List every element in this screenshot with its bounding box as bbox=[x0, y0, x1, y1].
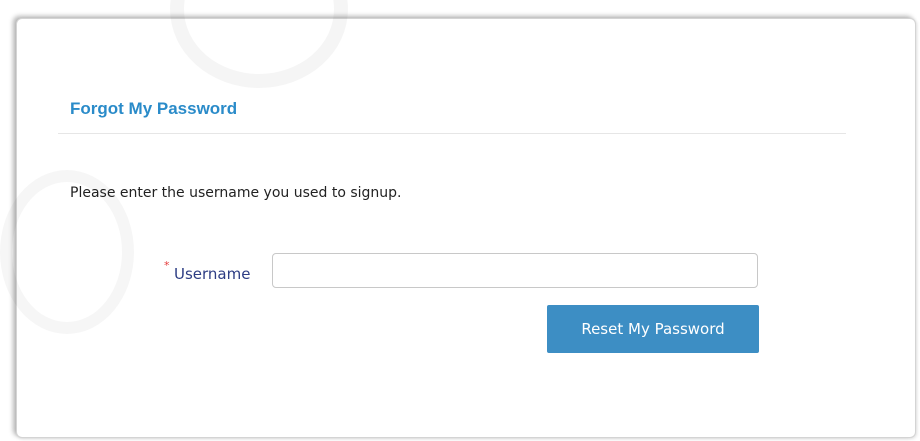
username-label: Username bbox=[174, 265, 251, 283]
required-indicator: * bbox=[164, 259, 170, 272]
title-divider bbox=[58, 133, 846, 134]
forgot-password-panel bbox=[16, 18, 916, 438]
reset-password-button[interactable]: Reset My Password bbox=[547, 305, 759, 353]
instructions-text: Please enter the username you used to si… bbox=[70, 185, 402, 201]
page-title: Forgot My Password bbox=[70, 99, 238, 118]
username-input[interactable] bbox=[272, 253, 758, 288]
